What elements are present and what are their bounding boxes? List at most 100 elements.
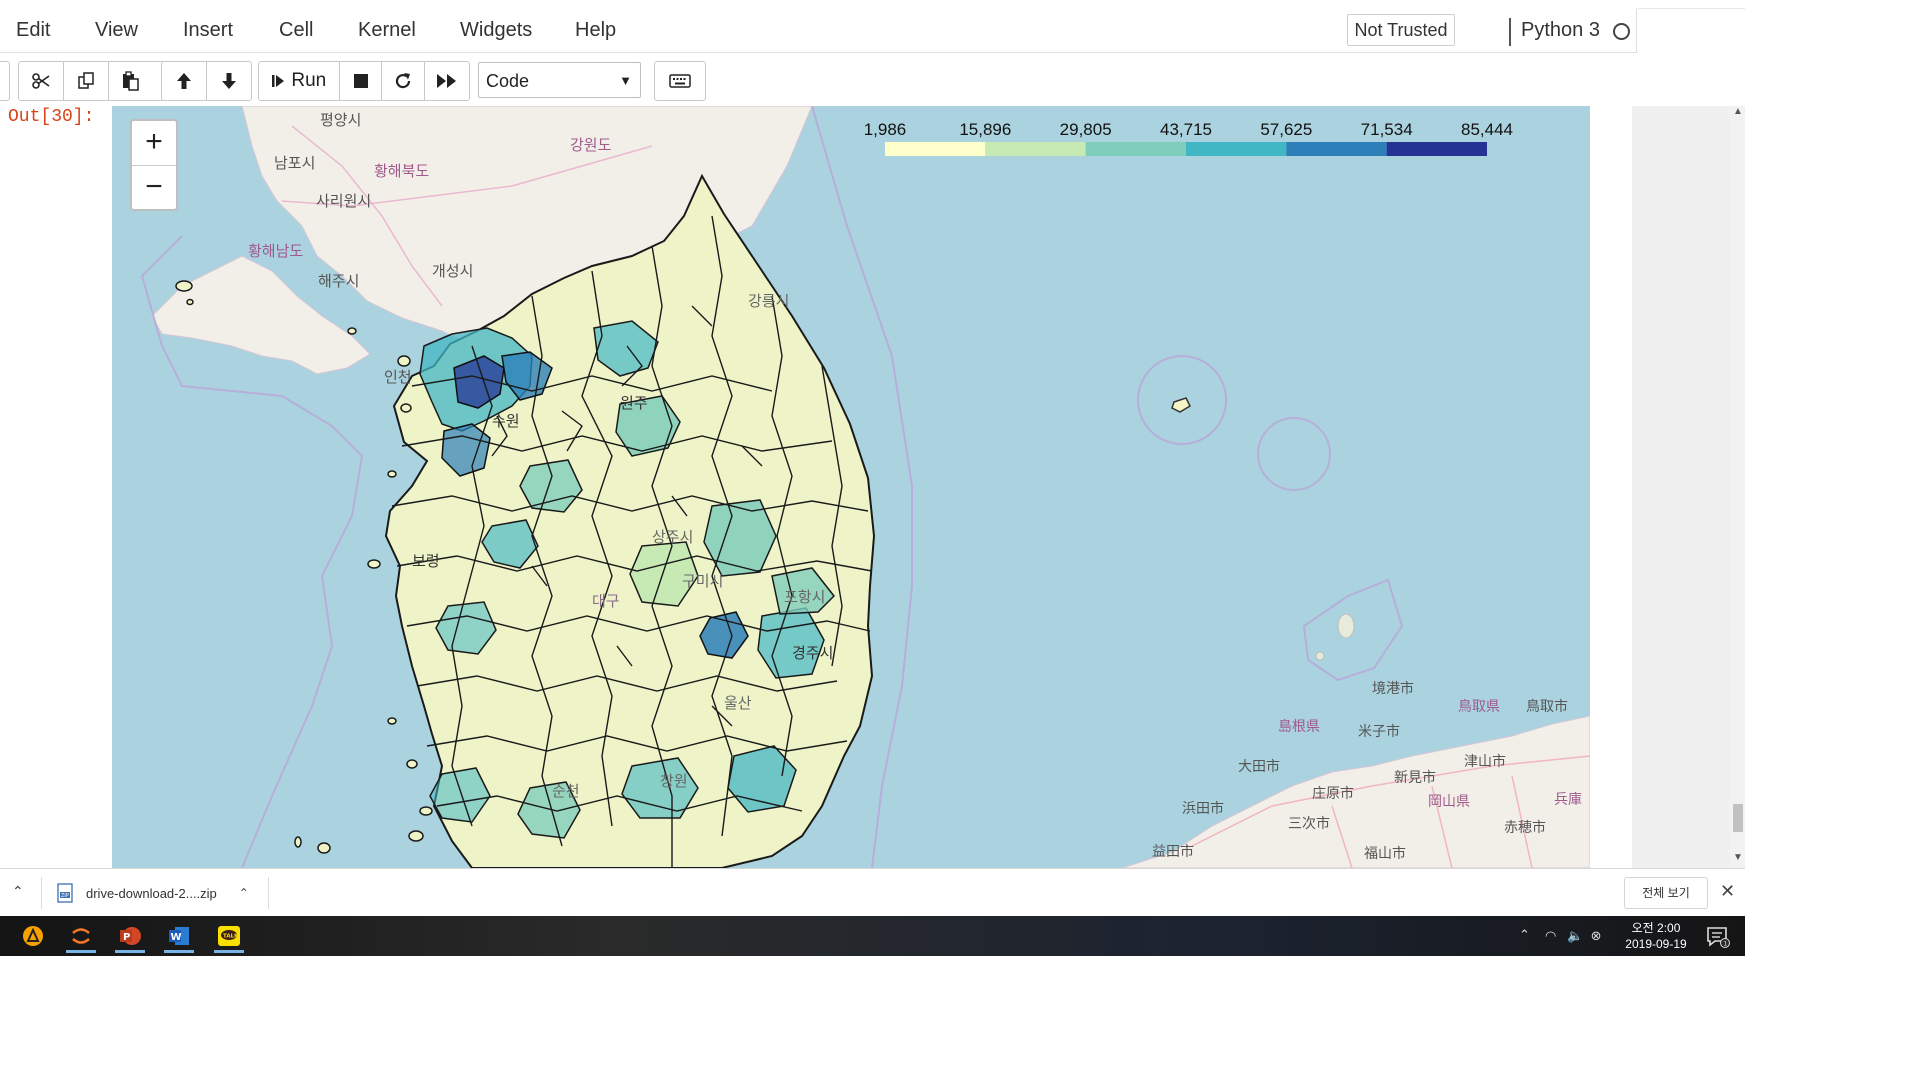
taskbar-app-avast[interactable] xyxy=(16,919,50,953)
label-suncheon: 순천 xyxy=(552,782,580,800)
taskbar-app-word[interactable]: W xyxy=(162,919,196,953)
menu-widgets[interactable]: Widgets xyxy=(460,8,532,52)
svg-text:P: P xyxy=(123,932,130,943)
download-filename: drive-download-2....zip xyxy=(86,885,217,901)
download-shelf: ⌃ ZIP drive-download-2....zip ⌃ 전체 보기 ✕ xyxy=(0,868,1745,917)
word-icon: W xyxy=(169,927,189,945)
cell-type-select[interactable]: Code ▼ xyxy=(478,62,641,98)
label-okayama-pref: 岡山県 xyxy=(1428,794,1470,810)
zoom-control: + − xyxy=(130,119,178,211)
windows-taskbar: P W TALK ⌃ ◠ 🔈 ⊗ 오전 2:00 2019-09-19 1 xyxy=(0,916,1745,956)
restart-button[interactable] xyxy=(382,62,426,100)
scroll-up-arrow-icon[interactable]: ▲ xyxy=(1733,106,1743,117)
menu-insert[interactable]: Insert xyxy=(183,8,233,52)
taskbar-app-powerpoint[interactable]: P xyxy=(113,919,147,953)
tray-icons: ◠ 🔈 ⊗ xyxy=(1545,928,1602,944)
stop-icon xyxy=(353,74,368,88)
scrollbar-thumb[interactable] xyxy=(1733,804,1743,832)
label-kaesong: 개성시 xyxy=(432,262,473,280)
oki-island xyxy=(1337,613,1355,639)
menubar-edge xyxy=(1636,8,1637,52)
network-icon[interactable]: ◠ xyxy=(1545,928,1556,943)
label-changwon: 창원 xyxy=(660,772,688,790)
label-sakaiminato: 境港市 xyxy=(1372,680,1414,697)
save-button-stub[interactable] xyxy=(0,61,10,101)
colorscale-tick-label: 85,444 xyxy=(1461,120,1513,139)
menu-edit[interactable]: Edit xyxy=(16,8,50,52)
svg-text:W: W xyxy=(171,932,182,943)
cut-cells-button[interactable] xyxy=(19,62,64,100)
zip-file-icon: ZIP xyxy=(57,883,73,903)
run-icon xyxy=(272,75,285,87)
label-gangwon-north: 강원도 xyxy=(570,136,612,154)
taskbar-app-jupyter[interactable] xyxy=(64,919,98,953)
command-palette-button[interactable] xyxy=(655,62,705,100)
move-down-button[interactable] xyxy=(207,62,251,100)
oki-island-small xyxy=(1315,651,1325,661)
label-suwon: 수원 xyxy=(492,412,520,430)
active-indicator xyxy=(66,950,96,953)
label-hyogo: 兵庫 xyxy=(1554,791,1582,808)
show-all-downloads-button[interactable]: 전체 보기 xyxy=(1624,877,1708,909)
label-pohang: 포항시 xyxy=(784,588,825,606)
volume-icon[interactable]: 🔈 xyxy=(1567,928,1583,943)
scroll-down-arrow-icon[interactable]: ▼ xyxy=(1733,852,1743,863)
label-haeju: 해주시 xyxy=(318,272,359,290)
map-canvas: 평양시 남포시 황해북도 사리원시 황해남도 해주시 개성시 강원도 인천 수원… xyxy=(112,106,1590,868)
svg-text:ZIP: ZIP xyxy=(61,893,69,899)
restart-run-all-button[interactable] xyxy=(425,62,469,100)
colorscale-tick-label: 1,986 xyxy=(864,120,907,139)
interrupt-button[interactable] xyxy=(340,62,383,100)
kernel-name[interactable]: Python 3 xyxy=(1521,8,1600,52)
notebook-toolbar: Run Code ▼ xyxy=(0,58,1745,102)
notification-center-icon[interactable]: 1 xyxy=(1706,926,1730,948)
label-nampo: 남포시 xyxy=(274,154,315,172)
colorscale-swatch xyxy=(1085,142,1186,156)
colorscale-swatch xyxy=(1286,142,1387,156)
copy-cells-button[interactable] xyxy=(64,62,109,100)
menu-kernel[interactable]: Kernel xyxy=(358,8,416,52)
taskbar-app-kakaotalk[interactable]: TALK xyxy=(212,919,246,953)
tray-chevron-up-icon[interactable]: ⌃ xyxy=(1519,927,1530,943)
active-indicator xyxy=(115,950,145,953)
label-tottori-pref: 鳥取県 xyxy=(1458,699,1500,715)
label-wonju: 원주 xyxy=(620,394,648,412)
colorscale-tick-label: 15,896 xyxy=(959,120,1011,139)
page-scrollbar[interactable] xyxy=(1730,106,1745,868)
paste-icon xyxy=(123,71,139,91)
move-up-button[interactable] xyxy=(162,62,207,100)
label-ako: 赤穂市 xyxy=(1504,819,1546,836)
label-sangju: 상주시 xyxy=(652,528,693,546)
download-item[interactable]: ZIP drive-download-2....zip ⌃ xyxy=(56,879,249,907)
shelf-divider xyxy=(268,877,269,909)
close-icon[interactable]: ✕ xyxy=(1720,881,1735,902)
run-label: Run xyxy=(291,70,327,91)
notebook-area: Out[30]: 평양시 남포시 황해북도 사리원시 황해남도 해주시 개성시 … xyxy=(0,106,1745,868)
label-hamada: 浜田市 xyxy=(1182,800,1224,817)
run-button[interactable]: Run xyxy=(259,62,340,100)
chevron-up-icon[interactable]: ⌃ xyxy=(12,883,24,900)
zoom-out-button[interactable]: − xyxy=(132,166,176,210)
choropleth-map[interactable]: 평양시 남포시 황해북도 사리원시 황해남도 해주시 개성시 강원도 인천 수원… xyxy=(112,106,1590,868)
label-gyeongju: 경주시 xyxy=(792,644,833,662)
menu-view[interactable]: View xyxy=(95,8,138,52)
menu-cell[interactable]: Cell xyxy=(279,8,313,52)
label-tsuyama: 津山市 xyxy=(1464,753,1506,770)
label-ulsan: 울산 xyxy=(724,694,752,712)
command-palette-group xyxy=(654,61,706,101)
chevron-up-icon[interactable]: ⌃ xyxy=(239,886,249,900)
restart-icon xyxy=(396,73,411,89)
notebook-right-gutter xyxy=(1632,106,1745,868)
menu-help[interactable]: Help xyxy=(575,8,616,52)
colorscale-swatch xyxy=(1186,142,1287,156)
active-indicator xyxy=(214,950,244,953)
trusted-indicator[interactable]: Not Trusted xyxy=(1347,14,1455,46)
paste-cells-button[interactable] xyxy=(109,62,153,100)
zoom-in-button[interactable]: + xyxy=(132,121,176,166)
label-yonago: 米子市 xyxy=(1358,723,1400,740)
ime-icon[interactable]: ⊗ xyxy=(1591,928,1602,943)
kernel-idle-icon xyxy=(1613,23,1630,40)
clock-date[interactable]: 2019-09-19 xyxy=(1615,937,1697,951)
clock-time[interactable]: 오전 2:00 xyxy=(1620,919,1692,936)
avast-icon xyxy=(23,926,43,946)
